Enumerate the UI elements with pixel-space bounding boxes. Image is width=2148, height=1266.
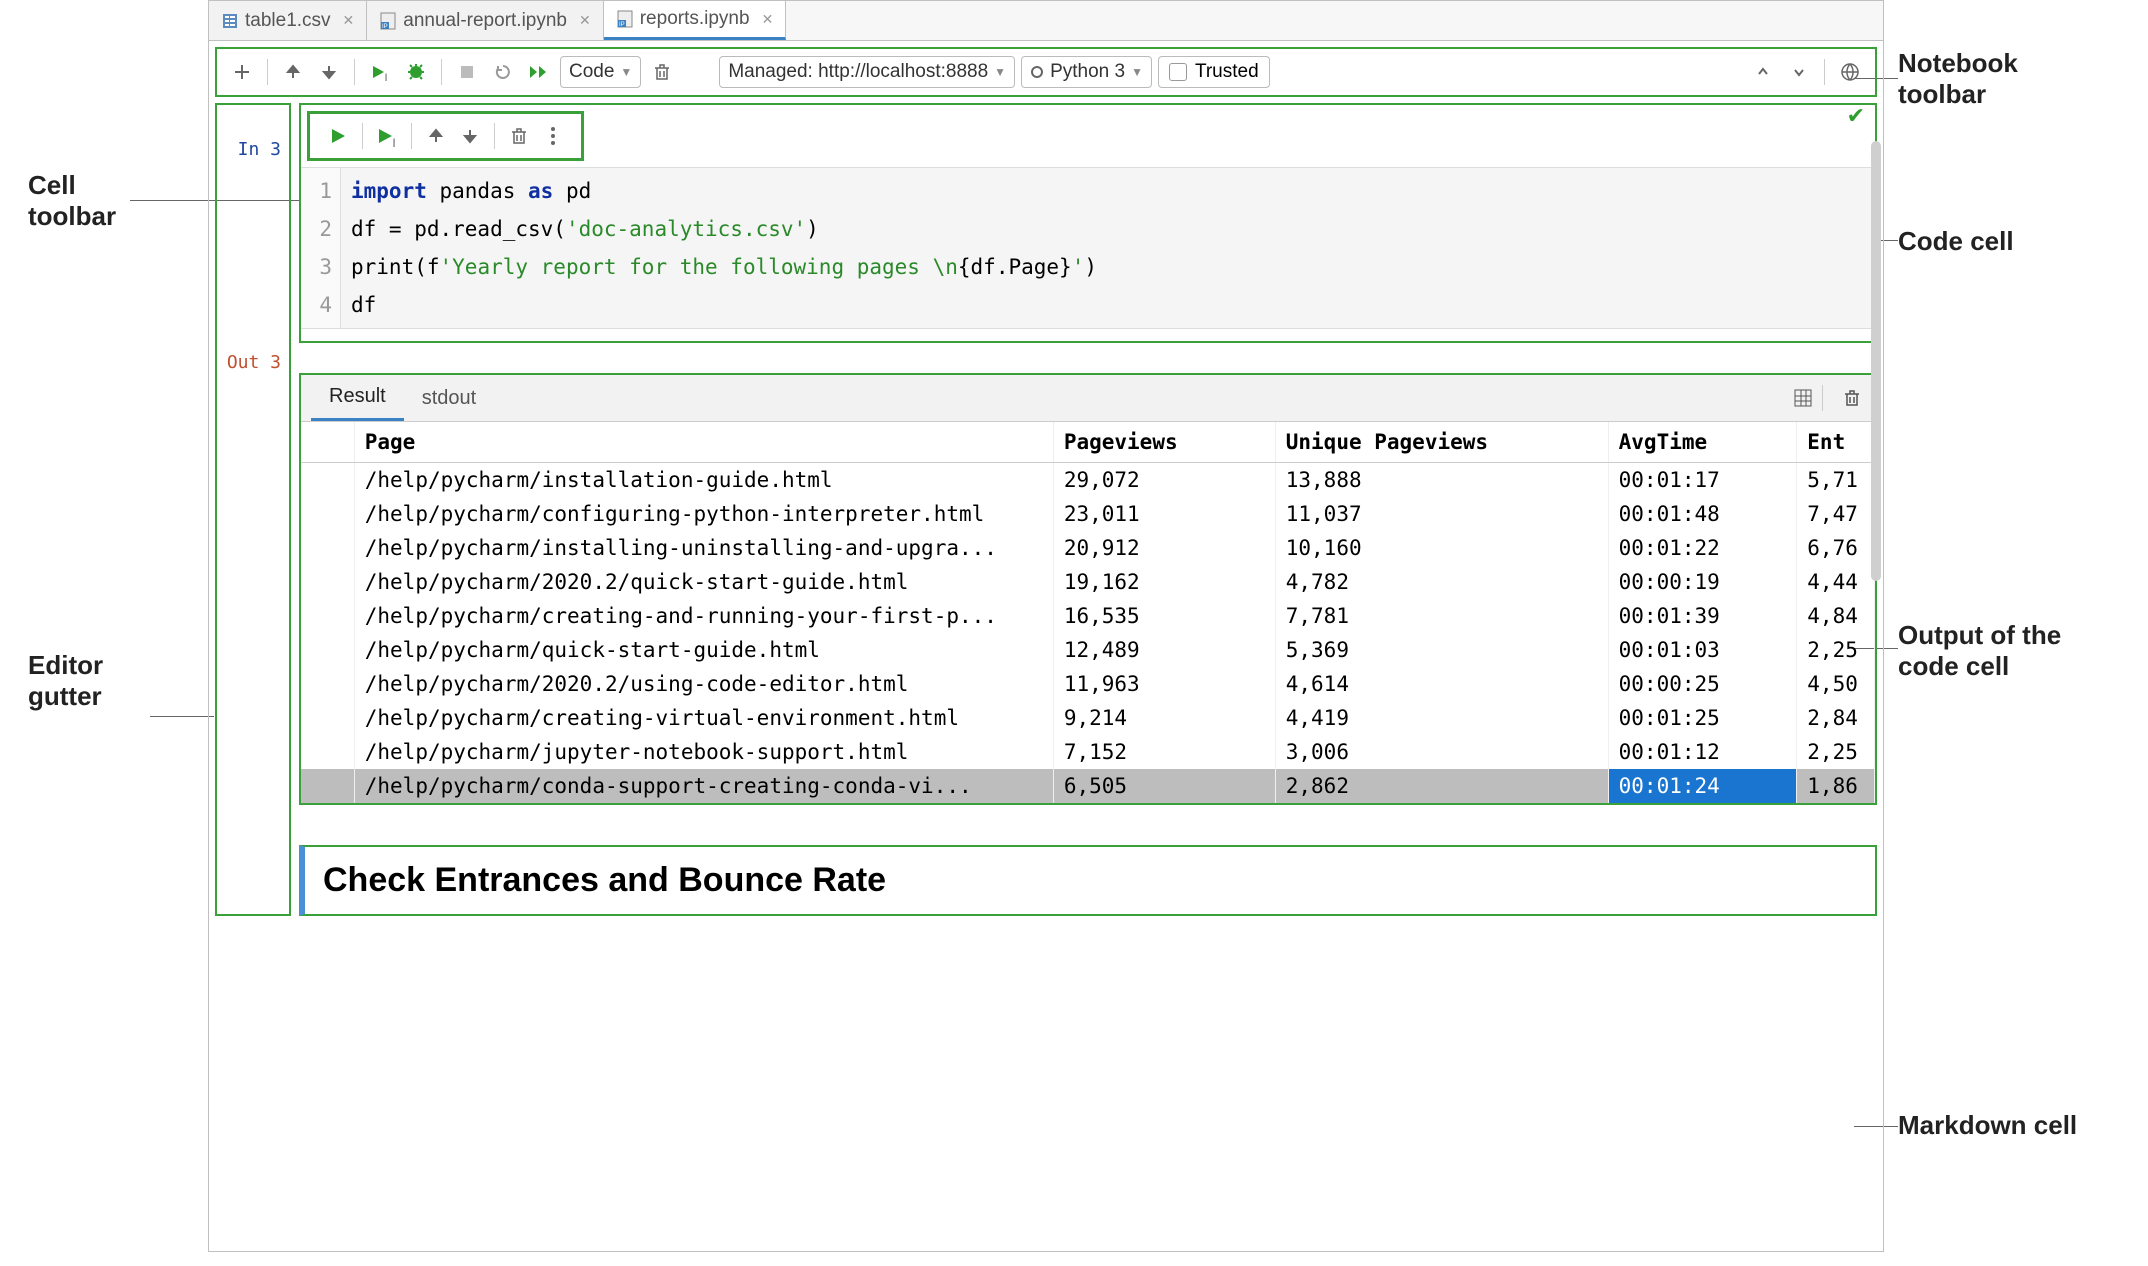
- chevron-down-icon: ▼: [1131, 65, 1143, 79]
- move-up-button[interactable]: [420, 120, 452, 152]
- table-row[interactable]: /help/pycharm/quick-start-guide.html12,4…: [301, 633, 1875, 667]
- output-table[interactable]: Page Pageviews Unique Pageviews AvgTime …: [301, 422, 1875, 803]
- server-label: Managed: http://localhost:8888: [728, 61, 988, 83]
- tab-table1[interactable]: table1.csv ✕: [209, 1, 367, 40]
- separator: [494, 123, 495, 149]
- chevron-down-icon: ▼: [620, 65, 632, 79]
- table-row[interactable]: /help/pycharm/configuring-python-interpr…: [301, 497, 1875, 531]
- line-numbers: 1 2 3 4: [301, 168, 341, 328]
- out-label: Out 3: [217, 352, 289, 373]
- editor-gutter: In 3 Out 3: [215, 103, 291, 916]
- code-editor[interactable]: 1 2 3 4 import pandas as pddf = pd.read_…: [301, 167, 1875, 329]
- table-row[interactable]: /help/pycharm/installing-uninstalling-an…: [301, 531, 1875, 565]
- table-row[interactable]: /help/pycharm/conda-support-creating-con…: [301, 769, 1875, 803]
- table-view-icon[interactable]: [1790, 385, 1816, 411]
- table-row[interactable]: /help/pycharm/creating-virtual-environme…: [301, 701, 1875, 735]
- separator: [441, 59, 442, 85]
- kernel-dropdown[interactable]: Python 3 ▼: [1021, 56, 1152, 88]
- table-header-row: Page Pageviews Unique Pageviews AvgTime …: [301, 422, 1875, 463]
- chevron-down-icon: ▼: [994, 65, 1006, 79]
- close-icon[interactable]: ✕: [762, 11, 774, 28]
- trusted-toggle[interactable]: Trusted: [1158, 56, 1270, 88]
- tab-annual-report[interactable]: IP annual-report.ipynb ✕: [367, 1, 603, 40]
- separator: [354, 59, 355, 85]
- col-avgtime[interactable]: AvgTime: [1608, 422, 1797, 463]
- kernel-status-icon: [1030, 65, 1044, 79]
- markdown-heading: Check Entrances and Bounce Rate: [323, 861, 1857, 900]
- trusted-check-icon: ✔: [1847, 103, 1865, 129]
- table-row[interactable]: /help/pycharm/2020.2/quick-start-guide.h…: [301, 565, 1875, 599]
- table-row[interactable]: /help/pycharm/installation-guide.html29,…: [301, 463, 1875, 498]
- table-row[interactable]: /help/pycharm/jupyter-notebook-support.h…: [301, 735, 1875, 769]
- col-ent[interactable]: Ent: [1797, 422, 1875, 463]
- table-row[interactable]: /help/pycharm/2020.2/using-code-editor.h…: [301, 667, 1875, 701]
- separator: [411, 123, 412, 149]
- annotation-notebook-toolbar: Notebook toolbar: [1898, 48, 2018, 110]
- code-text[interactable]: import pandas as pddf = pd.read_csv('doc…: [341, 168, 1107, 328]
- server-dropdown[interactable]: Managed: http://localhost:8888 ▼: [719, 56, 1015, 88]
- delete-cell-button[interactable]: [647, 57, 677, 87]
- ipynb-file-icon: IP: [379, 12, 397, 30]
- svg-text:IP: IP: [619, 22, 625, 28]
- prev-cell-button[interactable]: [1748, 57, 1778, 87]
- tab-bar: table1.csv ✕ IP annual-report.ipynb ✕ IP…: [209, 1, 1883, 41]
- annotation-code-cell: Code cell: [1898, 226, 2014, 257]
- annotation-cell-toolbar: Cell toolbar: [28, 170, 116, 232]
- annotation-output: Output of the code cell: [1898, 620, 2061, 682]
- output-tab-stdout[interactable]: stdout: [404, 377, 494, 420]
- col-unique[interactable]: Unique Pageviews: [1275, 422, 1608, 463]
- table-row[interactable]: /help/pycharm/creating-and-running-your-…: [301, 599, 1875, 633]
- next-cell-button[interactable]: [1784, 57, 1814, 87]
- csv-file-icon: [221, 12, 239, 30]
- add-cell-button[interactable]: [227, 57, 257, 87]
- run-below-button[interactable]: I: [371, 120, 403, 152]
- trusted-checkbox[interactable]: [1169, 63, 1187, 81]
- close-icon[interactable]: ✕: [343, 12, 355, 29]
- scrollbar[interactable]: [1871, 141, 1881, 581]
- cell-type-label: Code: [569, 61, 614, 83]
- output-tabs: Result stdout: [301, 375, 1875, 422]
- move-down-button[interactable]: [314, 57, 344, 87]
- run-cell-button[interactable]: [322, 120, 354, 152]
- run-all-button[interactable]: [524, 57, 554, 87]
- annotation-line: [150, 716, 214, 717]
- in-label: In 3: [217, 139, 289, 160]
- trusted-label: Trusted: [1195, 61, 1259, 83]
- tab-label: table1.csv: [245, 10, 331, 32]
- cell-type-dropdown[interactable]: Code ▼: [560, 56, 641, 88]
- col-pageviews[interactable]: Pageviews: [1053, 422, 1275, 463]
- restart-button[interactable]: [488, 57, 518, 87]
- clear-output-icon[interactable]: [1839, 385, 1865, 411]
- separator: [267, 59, 268, 85]
- svg-text:IP: IP: [382, 24, 388, 30]
- separator: [1822, 385, 1823, 411]
- more-button[interactable]: [537, 120, 569, 152]
- ide-frame: table1.csv ✕ IP annual-report.ipynb ✕ IP…: [208, 0, 1884, 1252]
- annotation-markdown-cell: Markdown cell: [1898, 1110, 2077, 1141]
- interrupt-button[interactable]: [452, 57, 482, 87]
- move-down-button[interactable]: [454, 120, 486, 152]
- notebook-toolbar: I Code ▼ Managed: http://localhost:8888 …: [215, 47, 1877, 97]
- col-page[interactable]: Page: [354, 422, 1053, 463]
- tab-reports[interactable]: IP reports.ipynb ✕: [604, 1, 787, 40]
- move-up-button[interactable]: [278, 57, 308, 87]
- close-icon[interactable]: ✕: [579, 12, 591, 29]
- editor-area: In 3 Out 3 I 1: [215, 103, 1877, 916]
- open-browser-button[interactable]: [1835, 57, 1865, 87]
- separator: [1824, 59, 1825, 85]
- markdown-cell[interactable]: Check Entrances and Bounce Rate: [299, 845, 1877, 916]
- code-cell: I 1 2 3 4 import pandas as pddf = pd: [299, 103, 1877, 343]
- cell-toolbar: I: [307, 111, 584, 161]
- separator: [362, 123, 363, 149]
- tab-label: reports.ipynb: [640, 8, 750, 30]
- debug-button[interactable]: [401, 57, 431, 87]
- output-tab-result[interactable]: Result: [311, 375, 404, 421]
- run-cell-button[interactable]: I: [365, 57, 395, 87]
- kernel-label: Python 3: [1050, 61, 1125, 83]
- tab-label: annual-report.ipynb: [403, 10, 567, 32]
- delete-button[interactable]: [503, 120, 535, 152]
- ipynb-file-icon: IP: [616, 10, 634, 28]
- annotation-editor-gutter: Editor gutter: [28, 650, 103, 712]
- output-cell: Result stdout: [299, 373, 1877, 805]
